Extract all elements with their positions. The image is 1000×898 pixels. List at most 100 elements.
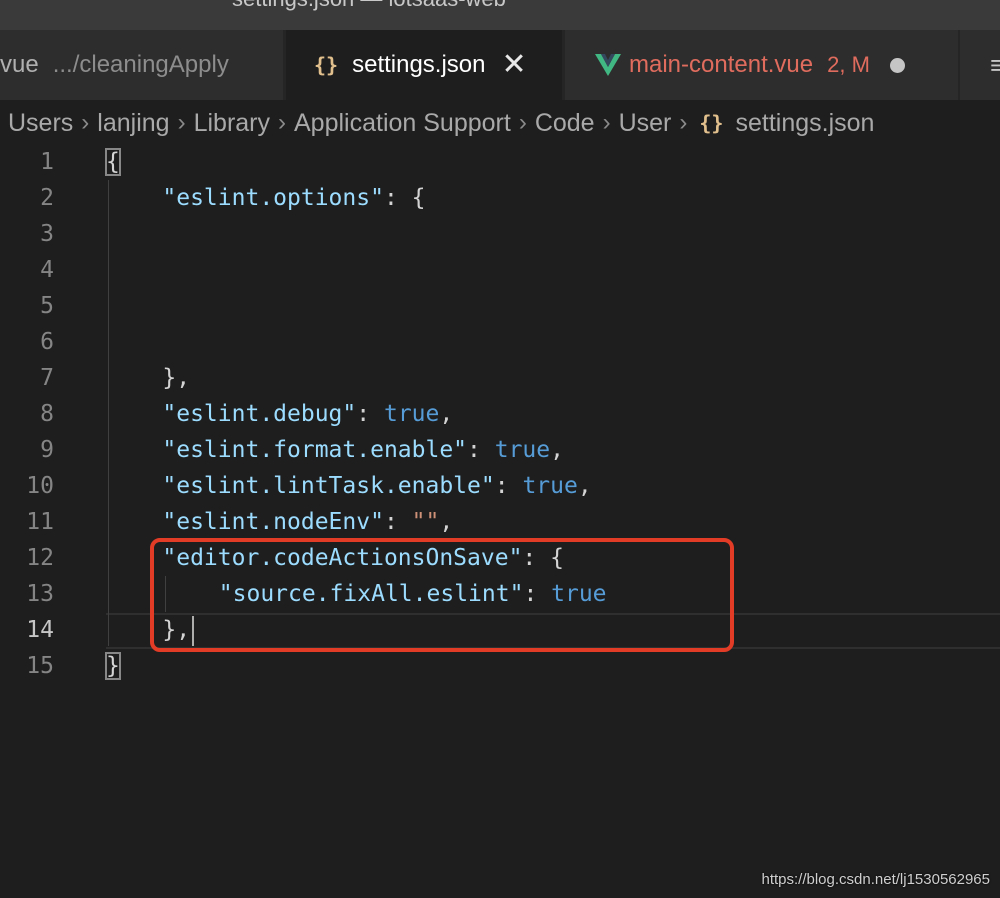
code-line[interactable]: 6 xyxy=(0,324,1000,360)
json-punctuation: }, xyxy=(162,617,191,643)
chevron-right-icon: › xyxy=(81,109,90,136)
json-punctuation: : xyxy=(356,401,384,427)
line-number: 14 xyxy=(26,617,54,643)
code-line[interactable]: 1{ xyxy=(0,144,1000,180)
breadcrumb: Users › lanjing › Library › Application … xyxy=(0,100,1000,146)
code-content: "source.fixAll.eslint": true xyxy=(219,576,607,612)
tab-label: main-content.vue xyxy=(629,51,814,78)
line-number: 3 xyxy=(40,221,54,247)
breadcrumb-item-users[interactable]: Users xyxy=(8,109,73,138)
json-boolean: true xyxy=(383,401,440,427)
editor-tab-bar: vue .../cleaningApply {} settings.json ✕… xyxy=(0,30,1000,100)
tab-settings-json[interactable]: {} settings.json ✕ xyxy=(286,30,562,100)
code-content: "eslint.lintTask.enable": true, xyxy=(162,468,591,504)
breadcrumb-item-library[interactable]: Library xyxy=(194,109,270,138)
json-punctuation: : xyxy=(523,581,552,607)
json-boolean: true xyxy=(551,581,607,607)
json-punctuation: : { xyxy=(383,185,426,211)
line-number: 1 xyxy=(40,149,54,175)
line-number: 5 xyxy=(40,293,54,319)
code-content: }, xyxy=(162,612,190,648)
code-line[interactable]: 7}, xyxy=(0,360,1000,396)
tab-main-content-vue[interactable]: main-content.vue 2, M xyxy=(564,30,958,100)
watermark-url: https://blog.csdn.net/lj1530562965 xyxy=(761,871,990,888)
breadcrumb-item-lanjing[interactable]: lanjing xyxy=(97,109,169,138)
json-punctuation: } xyxy=(105,652,121,680)
close-icon[interactable]: ✕ xyxy=(502,50,527,80)
json-punctuation: , xyxy=(439,509,454,535)
breadcrumb-item-user[interactable]: User xyxy=(619,109,672,138)
more-actions-icon: ≡ xyxy=(990,49,1000,80)
json-key: "editor.codeActionsOnSave" xyxy=(162,545,523,571)
line-number: 9 xyxy=(40,437,54,463)
chevron-right-icon: › xyxy=(518,109,527,136)
code-line[interactable]: 9 "eslint.format.enable": true, xyxy=(0,432,1000,468)
breadcrumb-item-code[interactable]: Code xyxy=(535,109,595,138)
code-line[interactable]: 12 "editor.codeActionsOnSave": { xyxy=(0,540,1000,576)
code-line[interactable]: 3 xyxy=(0,216,1000,252)
json-key: "eslint.debug" xyxy=(162,401,357,427)
code-content: } xyxy=(105,648,121,684)
line-number: 4 xyxy=(40,257,54,283)
code-line[interactable]: 2 "eslint.options": { xyxy=(0,180,1000,216)
chevron-right-icon: › xyxy=(679,109,688,136)
chevron-right-icon: › xyxy=(177,109,186,136)
json-braces-icon: {} xyxy=(699,111,724,135)
title-bar: settings.json — iotsaas-web xyxy=(0,0,1000,30)
json-string: "" xyxy=(411,509,440,535)
code-editor[interactable]: 1{2 "eslint.options": {3 4 5 6 7}, 8 "eslint.de… xyxy=(0,146,1000,898)
code-line[interactable]: 10 "eslint.lintTask.enable": true, xyxy=(0,468,1000,504)
json-punctuation: : xyxy=(494,473,523,499)
code-line[interactable]: 11 "eslint.nodeEnv": "", xyxy=(0,504,1000,540)
line-number: 10 xyxy=(26,473,54,499)
tab-description: .../cleaningApply xyxy=(52,51,229,78)
line-number: 15 xyxy=(26,653,54,679)
code-line[interactable]: 8 "eslint.debug": true, xyxy=(0,396,1000,432)
json-boolean: true xyxy=(522,473,578,499)
code-content: "eslint.nodeEnv": "", xyxy=(162,504,453,540)
json-punctuation: : { xyxy=(522,545,564,571)
json-key: "eslint.nodeEnv" xyxy=(162,509,384,535)
code-line[interactable]: 13 "source.fixAll.eslint": true xyxy=(0,576,1000,612)
tab-label: vue xyxy=(0,51,39,78)
line-number: 7 xyxy=(40,365,54,391)
code-content: { xyxy=(105,144,121,180)
code-line[interactable]: 14}, xyxy=(0,612,1000,648)
json-braces-icon: {} xyxy=(314,53,339,77)
line-number: 6 xyxy=(40,329,54,355)
json-key: "source.fixAll.eslint" xyxy=(218,581,524,607)
line-number: 2 xyxy=(40,185,54,211)
code-content: "editor.codeActionsOnSave": { xyxy=(162,540,564,576)
json-boolean: true xyxy=(494,437,551,463)
more-actions-button[interactable]: ≡ xyxy=(960,30,1000,100)
line-number: 8 xyxy=(40,401,54,427)
line-number: 13 xyxy=(26,581,54,607)
code-content: "eslint.options": { xyxy=(162,180,425,216)
json-key: "eslint.format.enable" xyxy=(162,437,468,463)
code-line[interactable]: 5 xyxy=(0,288,1000,324)
code-content: "eslint.format.enable": true, xyxy=(162,432,564,468)
json-key: "eslint.options" xyxy=(162,185,384,211)
code-line[interactable]: 4 xyxy=(0,252,1000,288)
code-content: "eslint.debug": true, xyxy=(162,396,453,432)
code-line[interactable]: 15} xyxy=(0,648,1000,684)
unsaved-dot-icon[interactable] xyxy=(889,57,905,73)
line-number: 12 xyxy=(26,545,54,571)
breadcrumb-item-settings-json[interactable]: settings.json xyxy=(735,109,874,138)
json-punctuation: : xyxy=(467,437,495,463)
json-punctuation: }, xyxy=(162,365,191,391)
tab-label: settings.json xyxy=(352,51,486,78)
chevron-right-icon: › xyxy=(602,109,611,136)
window-title: settings.json — iotsaas-web xyxy=(232,0,506,12)
json-punctuation: : xyxy=(383,509,412,535)
json-punctuation: , xyxy=(439,401,454,427)
json-punctuation: { xyxy=(105,148,121,176)
chevron-right-icon: › xyxy=(278,109,286,136)
json-key: "eslint.lintTask.enable" xyxy=(162,473,495,499)
problems-modified-badge: 2, M xyxy=(827,52,870,77)
line-number: 11 xyxy=(26,509,54,535)
tab-cleaning-apply[interactable]: vue .../cleaningApply xyxy=(0,30,284,100)
json-punctuation: , xyxy=(550,437,564,463)
vue-logo-icon xyxy=(595,54,621,76)
breadcrumb-item-application-support[interactable]: Application Support xyxy=(294,109,511,138)
